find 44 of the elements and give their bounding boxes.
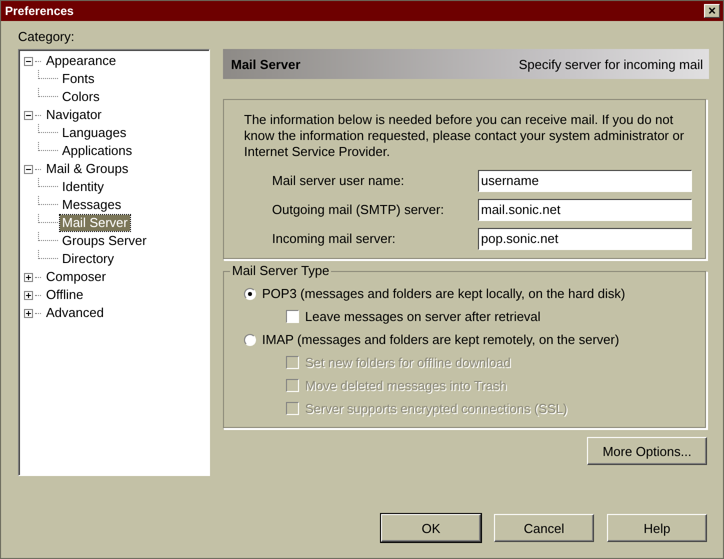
radio-label[interactable]: POP3 (messages and folders are kept locally, on the hard disk) (262, 286, 626, 301)
tree-item[interactable]: Colors (60, 89, 102, 105)
tree-item[interactable]: Navigator (44, 107, 104, 123)
tree-item[interactable]: Fonts (60, 71, 97, 87)
tree-item[interactable]: Appearance (44, 53, 118, 69)
expand-icon[interactable] (24, 290, 33, 300)
collapse-icon[interactable] (24, 110, 33, 120)
radio-label[interactable]: IMAP (messages and folders are kept remotely, on the server) (262, 332, 620, 347)
info-text: The information below is needed before you can receive mail. If you do not know the information requested, please contact your system administrator or Internet Service Provider. (244, 112, 686, 160)
tree-item[interactable]: Messages (60, 197, 124, 213)
tree-item[interactable]: Groups Server (60, 233, 149, 249)
input-field[interactable]: mail.sonic.net (478, 198, 692, 220)
collapse-icon[interactable] (24, 164, 33, 174)
tree-item[interactable]: Composer (44, 269, 108, 285)
tree-item[interactable]: Offline (44, 287, 86, 303)
section-subtitle: Specify server for incoming mail (518, 56, 703, 72)
input-field[interactable]: pop.sonic.net (478, 228, 692, 250)
category-label: Category: (18, 29, 76, 46)
tree-item[interactable]: Identity (60, 179, 106, 195)
field-label: Incoming mail server: (272, 231, 396, 246)
close-button[interactable]: × (704, 4, 720, 18)
dialog-button[interactable]: Cancel (494, 514, 594, 542)
radio-button[interactable] (244, 334, 256, 346)
checkbox-label[interactable]: Leave messages on server after retrieval (305, 309, 541, 324)
collapse-icon[interactable] (24, 56, 33, 66)
tree-item[interactable]: Directory (60, 251, 116, 267)
tree-item[interactable]: Applications (60, 143, 134, 159)
dialog-button[interactable]: OK (381, 514, 481, 542)
radio-button[interactable] (244, 288, 256, 300)
window-title: Preferences (5, 4, 74, 18)
expand-icon[interactable] (24, 308, 33, 318)
tree-item[interactable]: Advanced (44, 305, 106, 321)
tree-item[interactable]: Languages (60, 125, 128, 141)
field-label: Outgoing mail (SMTP) server: (272, 202, 444, 217)
input-field[interactable]: username (478, 170, 692, 192)
dialog-button[interactable]: Help (607, 514, 707, 542)
group-legend: Mail Server Type (230, 263, 332, 278)
checkbox[interactable] (286, 310, 299, 323)
tree-item[interactable]: Mail Server (60, 215, 130, 231)
expand-icon[interactable] (24, 272, 33, 282)
tree-item[interactable]: Mail & Groups (44, 161, 130, 177)
section-title: Mail Server (231, 56, 300, 72)
field-label: Mail server user name: (272, 173, 404, 188)
more-options-button[interactable]: More Options... (587, 437, 707, 465)
